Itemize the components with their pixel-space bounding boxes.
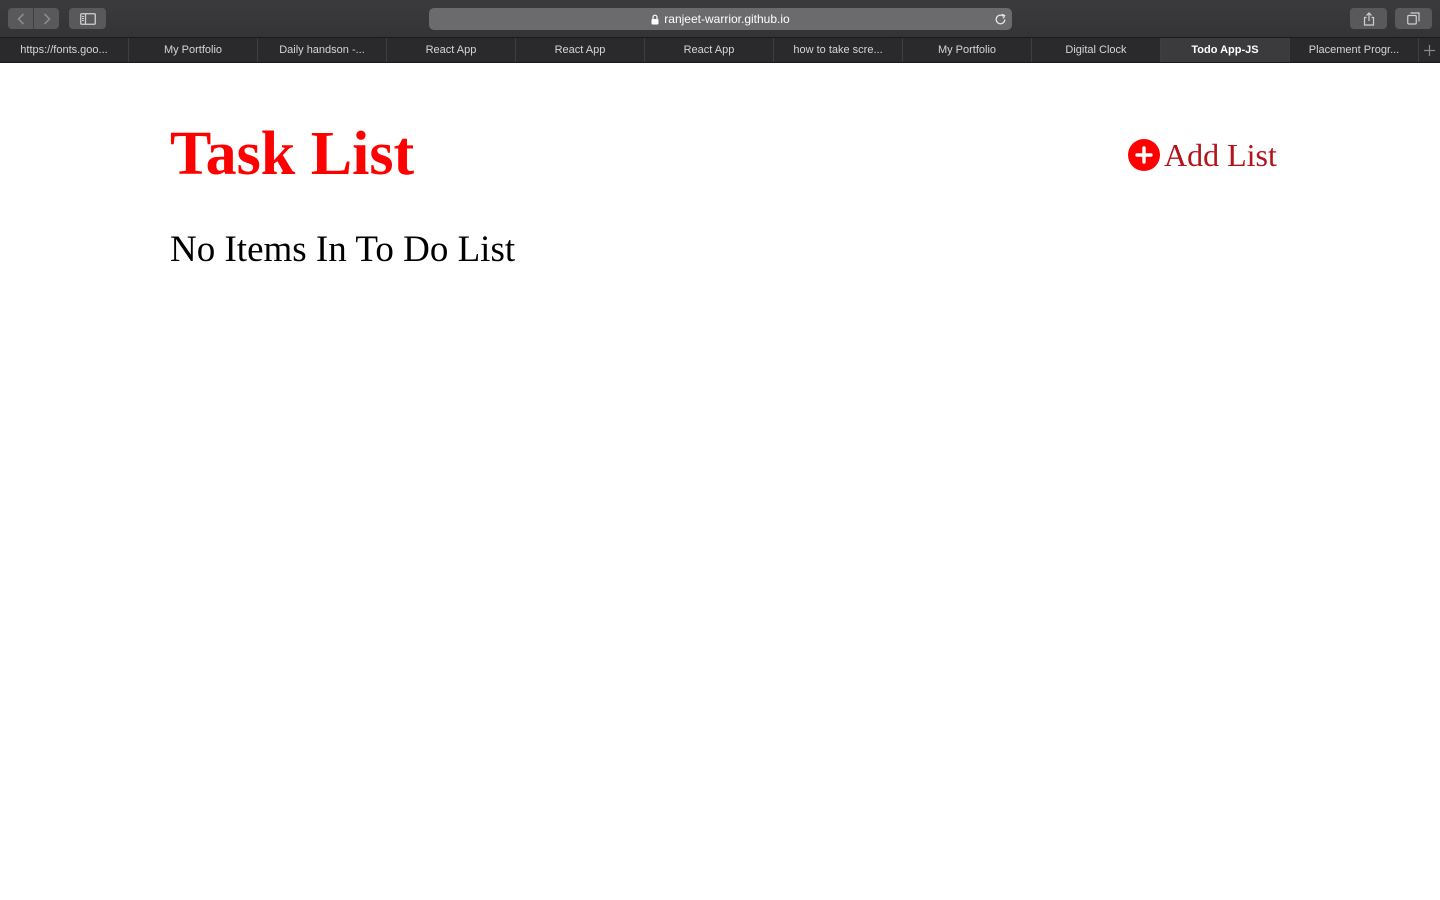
address-bar[interactable]: ranjeet-warrior.github.io: [429, 8, 1012, 30]
chevron-right-icon: [43, 12, 51, 25]
reload-icon: [995, 13, 1005, 24]
browser-toolbar: ranjeet-warrior.github.io: [0, 0, 1440, 37]
tab[interactable]: Placement Progr...: [1290, 38, 1419, 62]
tab[interactable]: Daily handson -...: [258, 38, 387, 62]
chevron-left-icon: [16, 12, 24, 25]
new-tab-button[interactable]: [1419, 38, 1440, 62]
add-circle-icon: [1128, 139, 1160, 171]
tab-label: Placement Progr...: [1308, 44, 1400, 56]
share-button[interactable]: [1350, 8, 1387, 29]
plus-icon: [1424, 44, 1435, 56]
tab-bar: https://fonts.goo... My Portfolio Daily …: [0, 37, 1440, 63]
tab[interactable]: how to take scre...: [774, 38, 903, 62]
empty-state-message: No Items In To Do List: [170, 229, 516, 270]
tab-label: Daily handson -...: [279, 44, 365, 56]
tab[interactable]: https://fonts.goo...: [0, 38, 129, 62]
share-icon: [1363, 11, 1374, 26]
tab[interactable]: Digital Clock: [1032, 38, 1161, 62]
lock-icon: [651, 14, 659, 25]
forward-button[interactable]: [33, 8, 59, 29]
tab-label: Todo App-JS: [1191, 44, 1259, 56]
tab-label: React App: [683, 44, 735, 56]
add-list-button[interactable]: Add List: [1128, 139, 1277, 171]
tab-label: Digital Clock: [1065, 44, 1127, 56]
tab-label: My Portfolio: [163, 44, 223, 56]
tab[interactable]: React App: [645, 38, 774, 62]
sidebar-icon: [79, 12, 96, 25]
tab-label: https://fonts.goo...: [20, 44, 108, 56]
tab-overview-button[interactable]: [1395, 8, 1432, 29]
back-button[interactable]: [8, 8, 33, 29]
nav-buttons: [8, 8, 59, 29]
add-list-label: Add List: [1164, 137, 1277, 173]
reload-button[interactable]: [992, 11, 1008, 27]
tab-label: My Portfolio: [937, 44, 997, 56]
tab[interactable]: React App: [387, 38, 516, 62]
sidebar-toggle-button[interactable]: [69, 8, 106, 29]
tab-active[interactable]: Todo App-JS: [1161, 38, 1290, 62]
page-content: Task List Add List No Items In To Do Lis…: [0, 63, 1440, 900]
url-text: ranjeet-warrior.github.io: [664, 12, 790, 26]
tab[interactable]: My Portfolio: [903, 38, 1032, 62]
tab-label: React App: [554, 44, 606, 56]
tabs-overview-icon: [1407, 12, 1420, 25]
tab[interactable]: My Portfolio: [129, 38, 258, 62]
tab-label: React App: [425, 44, 477, 56]
tab[interactable]: React App: [516, 38, 645, 62]
tab-label: how to take scre...: [793, 44, 883, 56]
page-title: Task List: [170, 120, 415, 188]
